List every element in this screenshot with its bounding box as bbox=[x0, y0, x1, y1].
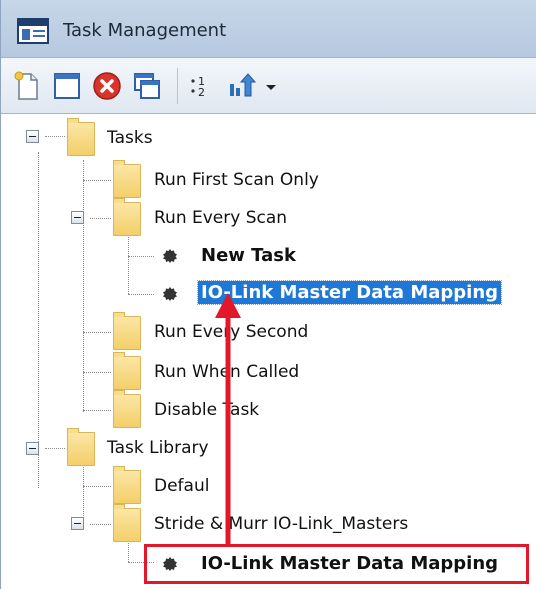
annotation-arrow bbox=[215, 293, 241, 545]
annotation-highlight-box bbox=[144, 544, 529, 584]
task-management-window: Task Management 1 2 Tasks Run First Scan… bbox=[0, 0, 536, 589]
